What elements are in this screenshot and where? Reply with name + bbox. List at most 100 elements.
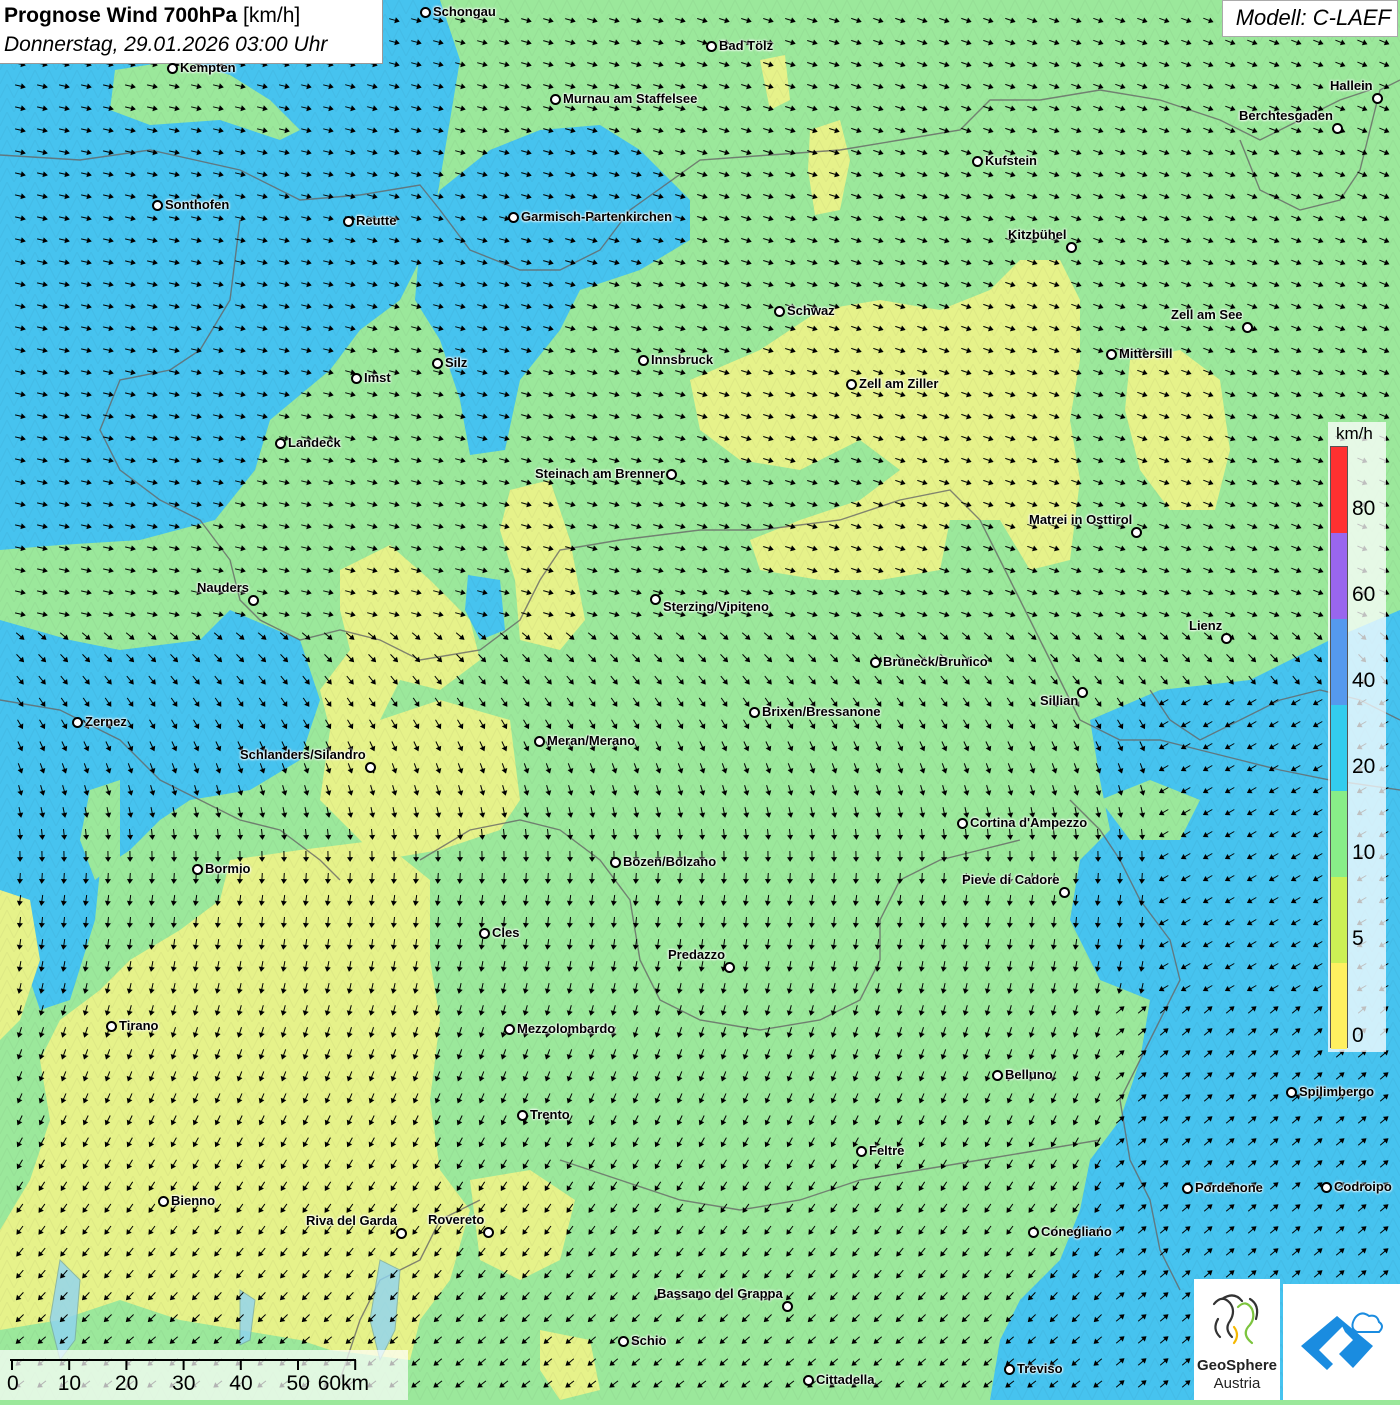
city-marker — [1221, 633, 1232, 644]
city-marker — [192, 864, 203, 875]
city-label: Predazzo — [668, 947, 725, 962]
city-label: Feltre — [869, 1143, 904, 1158]
legend-unit: km/h — [1336, 424, 1373, 444]
legend-label: 40 — [1352, 669, 1375, 693]
legend-swatch — [1331, 619, 1347, 705]
city-label: Tirano — [119, 1018, 159, 1033]
city-marker — [420, 7, 431, 18]
city-marker — [1372, 93, 1383, 104]
city-marker — [534, 736, 545, 747]
city-marker — [275, 438, 286, 449]
scale-label: 30 — [172, 1372, 195, 1396]
title-main: Prognose Wind 700hPa — [4, 4, 237, 27]
city-label: Hallein — [1330, 78, 1373, 93]
city-marker — [1004, 1364, 1015, 1375]
city-label: Cittadella — [816, 1372, 875, 1387]
city-marker — [650, 594, 661, 605]
city-label: Pieve di Cadore — [962, 872, 1060, 887]
geosphere-logo-icon — [1194, 1279, 1280, 1357]
city-label: Imst — [364, 370, 391, 385]
city-marker — [666, 469, 677, 480]
city-label: Conegliano — [1041, 1224, 1112, 1239]
city-label: Rovereto — [428, 1212, 484, 1227]
legend-swatch — [1331, 447, 1347, 533]
city-marker — [749, 707, 760, 718]
city-marker — [152, 200, 163, 211]
title-unit: [km/h] — [237, 4, 300, 27]
city-marker — [1242, 322, 1253, 333]
city-marker — [856, 1146, 867, 1157]
city-marker — [1286, 1087, 1297, 1098]
city-marker — [167, 63, 178, 74]
model-label: Modell: C-LAEF — [1236, 5, 1391, 31]
city-label: Mittersill — [1119, 346, 1172, 361]
city-label: Belluno — [1005, 1067, 1053, 1082]
city-marker — [550, 94, 561, 105]
city-marker — [72, 717, 83, 728]
city-label: Berchtesgaden — [1239, 108, 1333, 123]
city-label: Mezzolombardo — [517, 1021, 615, 1036]
city-marker — [774, 306, 785, 317]
legend-swatch — [1331, 963, 1347, 1049]
geosphere-logo-line2: Austria — [1194, 1375, 1280, 1392]
app-logo[interactable] — [1283, 1284, 1400, 1400]
scale-label: 20 — [115, 1372, 138, 1396]
city-label: Zernez — [85, 714, 127, 729]
city-label: Nauders — [197, 580, 249, 595]
city-label: Bassano del Grappa — [657, 1286, 783, 1301]
city-label: Schongau — [433, 4, 496, 19]
legend-swatch — [1331, 791, 1347, 877]
city-label: Kitzbühel — [1008, 227, 1067, 242]
legend-label: 60 — [1352, 583, 1375, 607]
city-marker — [724, 962, 735, 973]
city-marker — [782, 1301, 793, 1312]
city-marker — [343, 216, 354, 227]
city-marker — [972, 156, 983, 167]
model-box: Modell: C-LAEF — [1222, 0, 1398, 37]
city-label: Kufstein — [985, 153, 1037, 168]
legend-label: 20 — [1352, 755, 1375, 779]
city-label: Pordenone — [1195, 1180, 1263, 1195]
city-label: Landeck — [288, 435, 341, 450]
city-label: Steinach am Brenner — [535, 466, 665, 481]
legend-swatch — [1331, 705, 1347, 791]
city-label: Bruneck/Brunico — [883, 654, 988, 669]
city-label: Bienno — [171, 1193, 215, 1208]
city-marker — [158, 1196, 169, 1207]
map-title: Prognose Wind 700hPa [km/h] — [4, 4, 300, 28]
city-label: Treviso — [1017, 1361, 1063, 1376]
scale-label: 0 — [7, 1372, 19, 1396]
city-label: Matrei in Osttirol — [1029, 512, 1132, 527]
city-label: Silz — [445, 355, 467, 370]
city-marker — [396, 1228, 407, 1239]
city-marker — [706, 41, 717, 52]
city-label: Riva del Garda — [306, 1213, 397, 1228]
city-marker — [479, 928, 490, 939]
geosphere-logo[interactable]: GeoSphere Austria — [1194, 1279, 1280, 1400]
city-label: Cles — [492, 925, 519, 940]
city-label: Reutte — [356, 213, 396, 228]
city-marker — [432, 358, 443, 369]
app-logo-icon — [1283, 1284, 1400, 1400]
city-label: Lienz — [1189, 618, 1222, 633]
city-label: Spilimbergo — [1299, 1084, 1374, 1099]
city-marker — [483, 1227, 494, 1238]
city-label: Zell am See — [1171, 307, 1243, 322]
city-label: Trento — [530, 1107, 570, 1122]
city-marker — [365, 762, 376, 773]
legend-label: 5 — [1352, 927, 1364, 951]
city-label: Bozen/Bolzano — [623, 854, 716, 869]
city-marker — [610, 857, 621, 868]
city-marker — [638, 355, 649, 366]
legend-swatch — [1331, 877, 1347, 963]
city-marker — [803, 1375, 814, 1386]
city-label: Garmisch-Partenkirchen — [521, 209, 672, 224]
legend-label: 80 — [1352, 497, 1375, 521]
city-label: Bad Tölz — [719, 38, 773, 53]
city-label: Brixen/Bressanone — [762, 704, 881, 719]
city-marker — [1321, 1182, 1332, 1193]
scale-label: 60km — [318, 1372, 369, 1396]
scale-label: 40 — [229, 1372, 252, 1396]
city-marker — [351, 373, 362, 384]
city-label: Cortina d'Ampezzo — [970, 815, 1087, 830]
